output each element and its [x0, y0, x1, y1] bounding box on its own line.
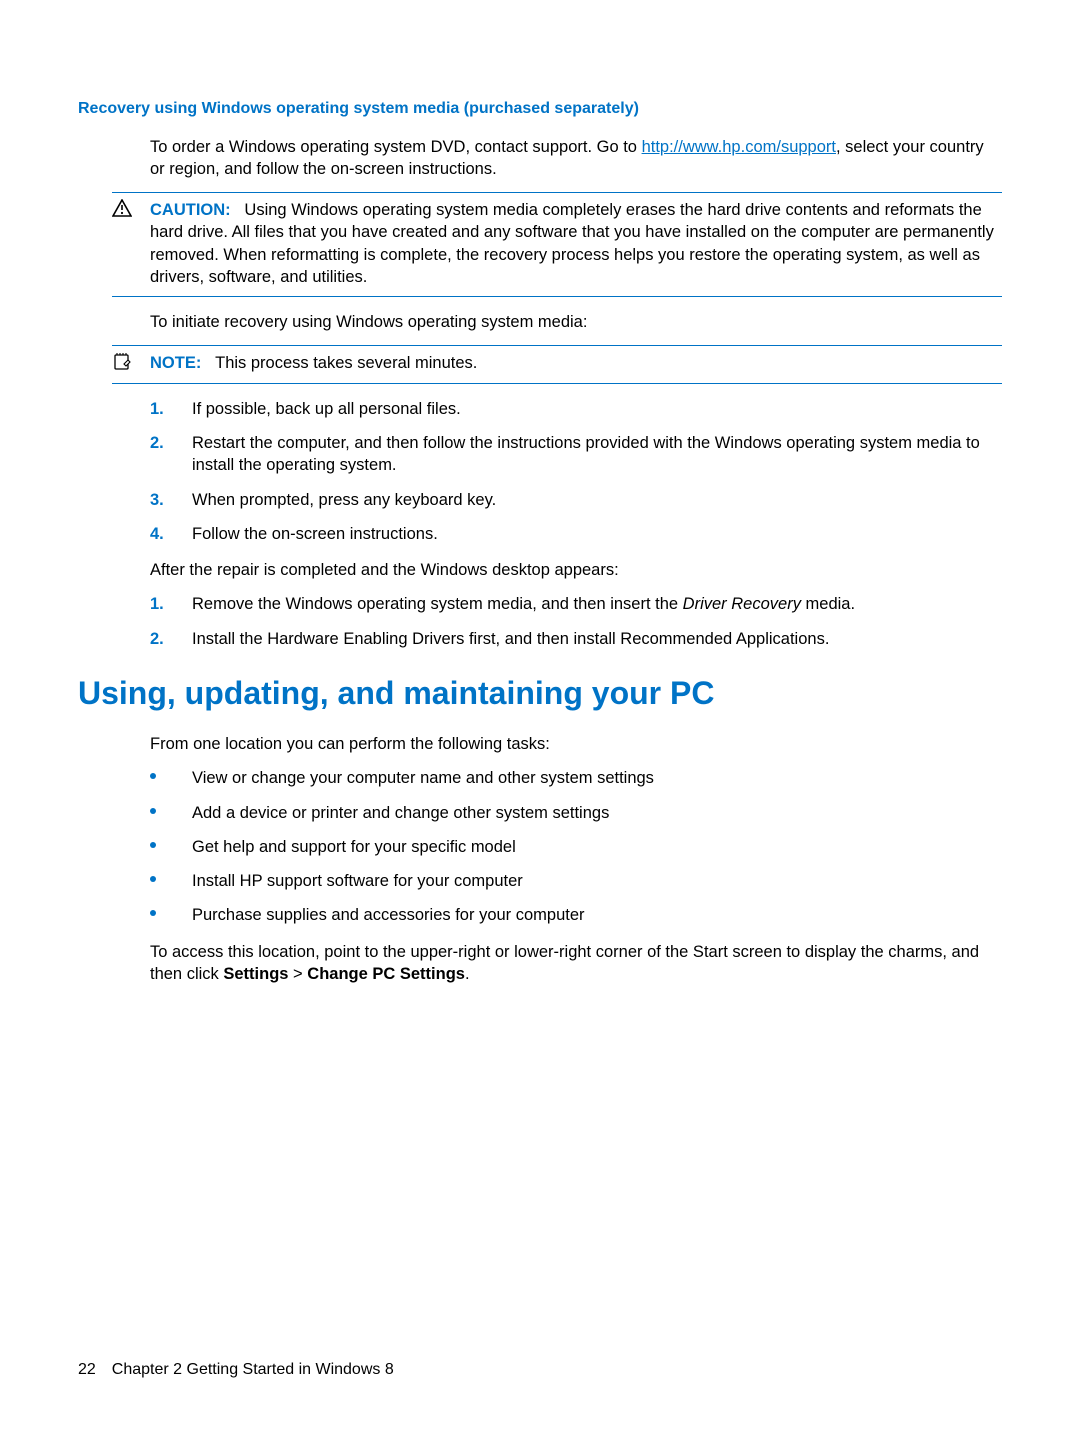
bullet-icon — [150, 808, 156, 814]
list-item: View or change your computer name and ot… — [150, 767, 1002, 789]
list-item: 1. If possible, back up all personal file… — [150, 398, 1002, 420]
list-item: Purchase supplies and accessories for yo… — [150, 904, 1002, 926]
para-access-location: To access this location, point to the up… — [150, 941, 1002, 986]
bullet-icon — [150, 842, 156, 848]
list-item: 3. When prompted, press any keyboard key. — [150, 489, 1002, 511]
driver-recovery-italic: Driver Recovery — [683, 595, 801, 613]
para-order-dvd: To order a Windows operating system DVD,… — [150, 136, 1002, 181]
list-number: 2. — [150, 628, 164, 650]
text-order-a: To order a Windows operating system DVD,… — [150, 138, 642, 156]
text-mid: > — [288, 965, 307, 983]
change-pc-bold: Change PC Settings — [307, 965, 465, 983]
list-text: If possible, back up all personal files. — [192, 400, 461, 418]
list-item: Add a device or printer and change other… — [150, 802, 1002, 824]
list-number: 3. — [150, 489, 164, 511]
para-after-repair: After the repair is completed and the Wi… — [150, 559, 1002, 581]
caution-icon — [112, 199, 132, 217]
list-item: 4. Follow the on-screen instructions. — [150, 523, 1002, 545]
list-item: 2. Restart the computer, and then follow … — [150, 432, 1002, 477]
list-text-b: media. — [801, 595, 855, 613]
list-item: Get help and support for your specific m… — [150, 836, 1002, 858]
recovery-steps-list-2: 1. Remove the Windows operating system m… — [150, 593, 1002, 650]
note-label: NOTE: — [150, 354, 201, 372]
list-text: View or change your computer name and ot… — [192, 769, 654, 787]
text-end: . — [465, 965, 470, 983]
note-text: This process takes several minutes. — [215, 354, 477, 372]
list-number: 4. — [150, 523, 164, 545]
caution-callout: CAUTION: Using Windows operating system … — [112, 192, 1002, 297]
note-icon — [112, 352, 132, 370]
list-text: When prompted, press any keyboard key. — [192, 491, 496, 509]
recovery-steps-list-1: 1. If possible, back up all personal file… — [150, 398, 1002, 545]
caution-text: Using Windows operating system media com… — [150, 201, 994, 286]
para-initiate: To initiate recovery using Windows opera… — [150, 311, 1002, 333]
bullet-icon — [150, 876, 156, 882]
list-text: Install HP support software for your com… — [192, 872, 523, 890]
list-text: Add a device or printer and change other… — [192, 804, 609, 822]
bullet-icon — [150, 910, 156, 916]
list-number: 2. — [150, 432, 164, 454]
list-item: 1. Remove the Windows operating system m… — [150, 593, 1002, 615]
list-text: Get help and support for your specific m… — [192, 838, 516, 856]
main-heading-using-pc: Using, updating, and maintaining your PC — [78, 672, 1002, 715]
bullet-icon — [150, 773, 156, 779]
settings-bold: Settings — [223, 965, 288, 983]
list-text: Install the Hardware Enabling Drivers fi… — [192, 630, 829, 648]
caution-label: CAUTION: — [150, 201, 231, 219]
list-item: Install HP support software for your com… — [150, 870, 1002, 892]
tasks-list: View or change your computer name and ot… — [150, 767, 1002, 926]
support-link[interactable]: http://www.hp.com/support — [642, 138, 836, 156]
para-tasks-intro: From one location you can perform the fo… — [150, 733, 1002, 755]
list-text: Purchase supplies and accessories for yo… — [192, 906, 585, 924]
list-number: 1. — [150, 398, 164, 420]
list-item: 2. Install the Hardware Enabling Drivers … — [150, 628, 1002, 650]
note-callout: NOTE: This process takes several minutes… — [112, 345, 1002, 383]
list-text: Follow the on-screen instructions. — [192, 525, 438, 543]
page-footer: 22 Chapter 2 Getting Started in Windows 8 — [78, 1359, 394, 1381]
chapter-title: Chapter 2 Getting Started in Windows 8 — [112, 1361, 394, 1378]
list-text: Restart the computer, and then follow th… — [192, 434, 980, 474]
list-number: 1. — [150, 593, 164, 615]
section-heading-recovery: Recovery using Windows operating system … — [78, 98, 1002, 120]
page-number: 22 — [78, 1361, 96, 1378]
list-text-a: Remove the Windows operating system medi… — [192, 595, 683, 613]
